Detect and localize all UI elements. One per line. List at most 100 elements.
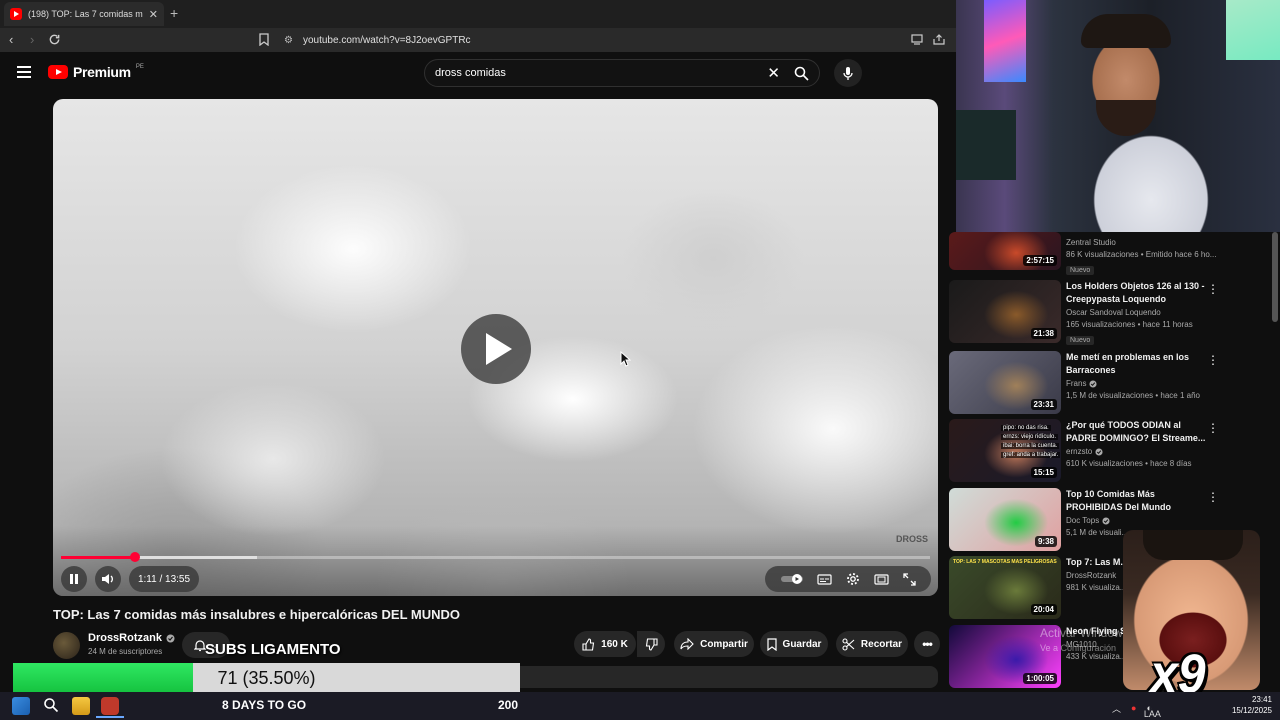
- video-thumbnail[interactable]: TOP: LAS 7 MASCOTAS MÁS PELIGROSAS DEL M…: [949, 556, 1061, 619]
- back-icon[interactable]: ‹: [9, 32, 13, 47]
- cast-icon[interactable]: [911, 34, 923, 45]
- video-player[interactable]: DROSS 1:11 / 13:55: [53, 99, 938, 596]
- theater-mode-icon[interactable]: [873, 573, 889, 585]
- url-field[interactable]: ⚙ youtube.com/watch?v=8J2oevGPTRc: [284, 30, 984, 50]
- video-thumbnail[interactable]: 21:38: [949, 280, 1061, 343]
- search-box[interactable]: dross comidas ✕: [424, 59, 820, 87]
- site-info-icon[interactable]: ⚙: [284, 35, 293, 46]
- video-channel[interactable]: ernzsto: [1066, 447, 1092, 456]
- logo-country: PE: [135, 64, 144, 70]
- more-actions-button[interactable]: •••: [914, 631, 940, 657]
- url-text: youtube.com/watch?v=8J2oevGPTRc: [302, 34, 471, 46]
- clock-date: 15/12/2025: [1231, 706, 1272, 715]
- video-channel[interactable]: Doc Tops: [1066, 516, 1099, 525]
- activate-windows-subtitle: Ve a Configuración: [1040, 643, 1117, 653]
- recommended-video[interactable]: 23:31 Me metí en problemas en los Barraco…: [949, 351, 1271, 415]
- reload-icon[interactable]: [48, 33, 61, 46]
- anime-poster: [984, 0, 1026, 82]
- autoplay-toggle[interactable]: [780, 574, 803, 584]
- search-input[interactable]: dross comidas: [435, 67, 767, 79]
- channel-avatar[interactable]: [53, 632, 80, 659]
- time-display: 1:11 / 13:55: [129, 566, 199, 592]
- hamburger-menu-icon[interactable]: [17, 66, 31, 78]
- video-channel[interactable]: DrossRotzank: [1066, 571, 1116, 580]
- channel-name: DrossRotzank: [88, 632, 162, 644]
- streamer-hair: [1081, 14, 1171, 48]
- video-meta: 1,5 M de visualizaciones • hace 1 año: [1066, 391, 1200, 400]
- more-vertical-icon[interactable]: ⋮: [1207, 490, 1219, 504]
- tray-app-icon[interactable]: ●: [1131, 703, 1136, 713]
- video-title-link[interactable]: ¿Por qué TODOS ODIAN al PADRE DOMINGO? E…: [1066, 419, 1206, 445]
- scissors-icon: [842, 637, 855, 651]
- bookmark-save-icon: [766, 637, 777, 651]
- recommended-video[interactable]: pipo: no das risa. ernzs: viejo ridículo.…: [949, 419, 1271, 483]
- channel-name-link[interactable]: DrossRotzank: [88, 632, 175, 644]
- recommended-video[interactable]: 21:38 Los Holders Objetos 126 al 130 - Cr…: [949, 280, 1271, 347]
- video-title: TOP: Las 7 comidas más insalubres e hipe…: [53, 607, 460, 622]
- subtitles-icon[interactable]: [816, 573, 832, 585]
- video-title-link[interactable]: Top 10 Comidas Más PROHIBIDAS Del Mundo: [1066, 488, 1206, 514]
- more-vertical-icon[interactable]: ⋮: [1207, 282, 1219, 296]
- search-icon[interactable]: [794, 66, 809, 81]
- video-title-link[interactable]: Me metí en problemas en los Barracones: [1066, 351, 1206, 377]
- keyboard-language[interactable]: LAA: [1144, 709, 1161, 719]
- neon-light: [1226, 0, 1280, 60]
- clip-button[interactable]: Recortar: [836, 631, 908, 657]
- video-channel[interactable]: Oscar Sandoval Loquendo: [1066, 308, 1161, 317]
- video-thumbnail[interactable]: 9:38: [949, 488, 1061, 551]
- clip-label: Recortar: [860, 638, 903, 650]
- video-channel[interactable]: Zentral Studio: [1066, 238, 1116, 247]
- progress-bar[interactable]: [61, 552, 930, 562]
- video-thumbnail[interactable]: 23:31: [949, 351, 1061, 414]
- logo-text: Premium: [73, 64, 131, 80]
- forward-icon[interactable]: ›: [30, 32, 34, 47]
- new-tab-button[interactable]: +: [170, 5, 178, 21]
- volume-button[interactable]: [95, 566, 121, 592]
- clear-search-icon[interactable]: ✕: [767, 64, 780, 82]
- big-play-button[interactable]: [461, 314, 531, 384]
- video-info: Los Holders Objetos 126 al 130 - Creepyp…: [1066, 280, 1206, 347]
- voice-search-button[interactable]: [834, 59, 862, 87]
- share-button[interactable]: Compartir: [674, 631, 754, 657]
- taskbar-search-icon[interactable]: [43, 697, 59, 713]
- sidebar-scrollbar[interactable]: [1272, 232, 1278, 322]
- video-channel-row: ernzsto: [1066, 447, 1206, 456]
- like-button[interactable]: 160 K: [574, 631, 636, 657]
- thumbnail-caption: gref: anda a trabajar.: [1001, 452, 1061, 458]
- dislike-button[interactable]: [637, 631, 665, 657]
- like-count: 160 K: [601, 638, 628, 650]
- save-button[interactable]: Guardar: [760, 631, 828, 657]
- video-title-link[interactable]: Los Holders Objetos 126 al 130 - Creepyp…: [1066, 280, 1206, 306]
- share-page-icon[interactable]: [933, 34, 945, 45]
- more-vertical-icon[interactable]: ⋮: [1207, 353, 1219, 367]
- fullscreen-icon[interactable]: [902, 572, 916, 586]
- save-label: Guardar: [782, 638, 822, 650]
- browser-tab[interactable]: (198) TOP: Las 7 comidas más ins ✕: [4, 2, 164, 26]
- more-vertical-icon[interactable]: ⋮: [1207, 421, 1219, 435]
- thumbnail-caption: ernzs: viejo ridículo.: [1001, 434, 1059, 440]
- video-info: ¿Por qué TODOS ODIAN al PADRE DOMINGO? E…: [1066, 419, 1206, 468]
- file-explorer-icon[interactable]: [72, 697, 90, 715]
- video-channel-row: Zentral Studio: [1066, 238, 1206, 247]
- bookmark-icon[interactable]: [259, 33, 269, 46]
- video-thumbnail[interactable]: pipo: no das risa. ernzs: viejo ridículo.…: [949, 419, 1061, 482]
- figure-shelf: [956, 110, 1016, 180]
- pause-button[interactable]: [61, 566, 87, 592]
- settings-gear-icon[interactable]: [846, 572, 860, 586]
- video-duration: 1:00:05: [1023, 673, 1057, 684]
- scrubber-handle[interactable]: [129, 552, 140, 562]
- video-channel[interactable]: Frans: [1066, 379, 1086, 388]
- taskbar-clock[interactable]: 23:41 15/12/2025: [1226, 694, 1272, 716]
- days-to-go-label: 8 DAYS TO GO: [222, 698, 307, 712]
- outlook-icon[interactable]: [12, 697, 30, 715]
- tray-chevron-up-icon[interactable]: ︿: [1112, 702, 1121, 715]
- system-tray: ︿ ● ◐ LAA: [1112, 697, 1161, 719]
- active-app-indicator: [96, 716, 124, 718]
- video-thumbnail[interactable]: 2:57:15: [949, 232, 1061, 270]
- youtube-premium-logo[interactable]: Premium PE: [48, 64, 144, 80]
- video-duration: 20:04: [1030, 604, 1057, 615]
- thumbnail-caption: ibai: borra la cuenta.: [1001, 443, 1060, 449]
- verified-check-icon: [166, 634, 175, 643]
- tab-close-icon[interactable]: ✕: [149, 8, 158, 21]
- brave-browser-icon[interactable]: [101, 697, 119, 715]
